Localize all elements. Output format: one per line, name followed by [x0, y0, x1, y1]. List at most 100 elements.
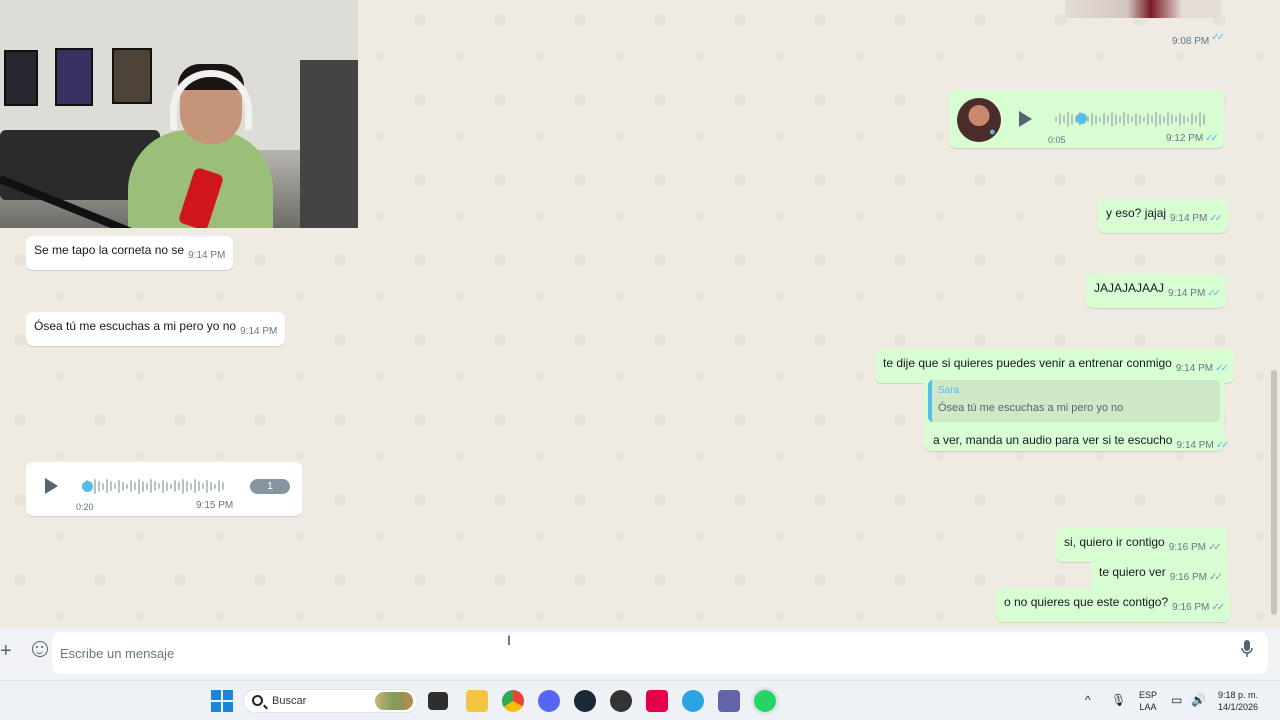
- waveform-bar: [110, 481, 112, 491]
- read-ticks-icon: ✓✓: [1205, 133, 1219, 144]
- waveform-bar: [1063, 115, 1065, 123]
- discord-icon[interactable]: [538, 690, 560, 712]
- waveform-bar: [1191, 113, 1193, 125]
- voice-duration: 0:20: [76, 502, 94, 512]
- steam-icon[interactable]: [574, 690, 596, 712]
- voice-message-outgoing[interactable]: ● 0:05 9:12 PM ✓✓: [949, 90, 1224, 148]
- waveform-bar: [1183, 114, 1185, 124]
- image-message[interactable]: [1065, 0, 1221, 18]
- voice-progress-handle[interactable]: [82, 481, 93, 492]
- microphone-icon[interactable]: [1241, 640, 1253, 658]
- message-input[interactable]: Escribe un mensaje: [52, 632, 1268, 674]
- waveform-bar: [1123, 112, 1125, 126]
- waveform-bar: [1127, 114, 1129, 124]
- waveform-bar: [98, 480, 100, 492]
- waveform-bar: [1147, 113, 1149, 125]
- play-icon[interactable]: [45, 478, 58, 494]
- waveform-bar: [150, 479, 152, 493]
- waveform-bar: [1135, 112, 1137, 126]
- quoted-text: Ósea tú me escuchas a mi pero yo no: [938, 402, 1124, 414]
- waveform-bar: [1111, 111, 1113, 127]
- read-ticks-icon: ✓✓: [1209, 213, 1223, 224]
- message-incoming[interactable]: Se me tapo la corneta no se 9:14 PM: [26, 236, 234, 270]
- waveform-bar: [194, 479, 196, 493]
- clock[interactable]: 9:18 p. m. 14/1/2026: [1218, 689, 1258, 713]
- delivered-ticks-icon: ✓✓: [1211, 602, 1225, 613]
- task-view-icon[interactable]: [428, 692, 448, 710]
- waveform-bar: [210, 481, 212, 491]
- reply-body: a ver, manda un audio para ver si te esc…: [933, 433, 1229, 451]
- taskbar: Buscar ^ 🎙 ESP LAA ▭ 🔊 9:18 p. m. 14/1/2…: [0, 680, 1280, 720]
- waveform-bar: [1119, 115, 1121, 123]
- windows-start-icon[interactable]: [211, 690, 233, 712]
- quoted-author: Sara: [938, 385, 960, 396]
- waveform-bar: [146, 482, 148, 490]
- playback-speed-button[interactable]: 1: [250, 479, 290, 494]
- mic-icon: ●: [989, 126, 996, 138]
- file-explorer-icon[interactable]: [466, 690, 488, 712]
- waveform-bar: [1131, 116, 1133, 122]
- waveform-bar: [1091, 112, 1093, 126]
- network-icon[interactable]: ▭: [1171, 693, 1182, 707]
- waveform-bar: [214, 483, 216, 489]
- delivered-ticks-icon: ✓✓: [1207, 542, 1222, 553]
- waveform-bar: [1055, 116, 1057, 122]
- waveform-bar: [1143, 116, 1145, 122]
- waveform-bar: [202, 483, 204, 489]
- microphone-tray-icon[interactable]: 🎙: [1111, 693, 1126, 707]
- message-outgoing[interactable]: JAJAJAJAAJ 9:14 PM ✓✓: [1086, 274, 1227, 308]
- read-ticks-icon: ✓✓: [1211, 32, 1225, 43]
- message-incoming[interactable]: Ósea tú me escuchas a mi pero yo no 9:14 …: [26, 312, 286, 346]
- waveform-bar: [1179, 112, 1181, 126]
- delivered-ticks-icon: ✓✓: [1208, 572, 1223, 583]
- waveform-bar: [166, 481, 168, 491]
- message-outgoing[interactable]: y eso? jajaj 9:14 PM ✓✓: [1098, 199, 1229, 233]
- waveform-bar: [130, 480, 132, 492]
- voice-timestamp: 9:12 PM ✓✓: [1166, 133, 1219, 144]
- whatsapp-icon[interactable]: [754, 690, 776, 712]
- chevron-up-icon[interactable]: ^: [1085, 693, 1091, 707]
- voice-timestamp: 9:15 PM: [196, 500, 234, 511]
- waveform-bar: [1159, 113, 1161, 125]
- volume-icon[interactable]: 🔊: [1191, 693, 1206, 707]
- voice-message-incoming[interactable]: 1 0:20 9:15 PM: [26, 462, 302, 516]
- tiktok-icon[interactable]: [646, 690, 668, 712]
- language-indicator[interactable]: ESP LAA: [1139, 689, 1157, 713]
- waveform-bar: [1087, 116, 1089, 122]
- waveform-bar: [206, 479, 208, 493]
- poster: [4, 50, 38, 106]
- waveform-bar: [122, 481, 124, 491]
- message-outgoing[interactable]: si, quiero ir contigo 9:16 PM ✓✓: [1056, 528, 1227, 562]
- waveform-bar: [138, 478, 140, 494]
- plus-icon[interactable]: +: [0, 640, 16, 663]
- waveform-bar: [118, 479, 120, 493]
- voice-duration: 0:05: [1048, 135, 1066, 145]
- waveform-bar: [1059, 113, 1061, 125]
- poster: [55, 48, 93, 106]
- waveform-bar: [102, 482, 104, 490]
- waveform-bar: [126, 483, 128, 489]
- chat-scrollbar[interactable]: [1271, 370, 1277, 615]
- obs-icon[interactable]: [610, 690, 632, 712]
- voice-waveform[interactable]: [82, 476, 224, 496]
- waveform-bar: [190, 482, 192, 490]
- search-icon: [252, 695, 263, 706]
- waveform-bar: [114, 483, 116, 489]
- waveform-bar: [134, 482, 136, 490]
- waveform-bar: [1103, 113, 1105, 125]
- waveform-bar: [1155, 111, 1157, 127]
- read-ticks-icon: ✓✓: [1207, 288, 1221, 299]
- message-outgoing[interactable]: o no quieres que este contigo? 9:16 PM ✓✓: [996, 588, 1231, 622]
- telegram-icon[interactable]: [682, 690, 704, 712]
- play-icon[interactable]: [1019, 111, 1032, 127]
- waveform-bar: [154, 481, 156, 491]
- teams-icon[interactable]: [718, 690, 740, 712]
- sticker-icon[interactable]: [32, 641, 48, 657]
- taskbar-search[interactable]: Buscar: [243, 689, 418, 713]
- message-outgoing[interactable]: te quiero ver 9:16 PM ✓✓: [1091, 558, 1228, 592]
- chrome-icon[interactable]: [502, 690, 524, 712]
- waveform-bar: [170, 483, 172, 489]
- voice-progress-handle[interactable]: [1076, 113, 1087, 124]
- quoted-message[interactable]: Sara Ósea tú me escuchas a mi pero yo no: [928, 380, 1220, 422]
- waveform-bar: [1067, 111, 1069, 127]
